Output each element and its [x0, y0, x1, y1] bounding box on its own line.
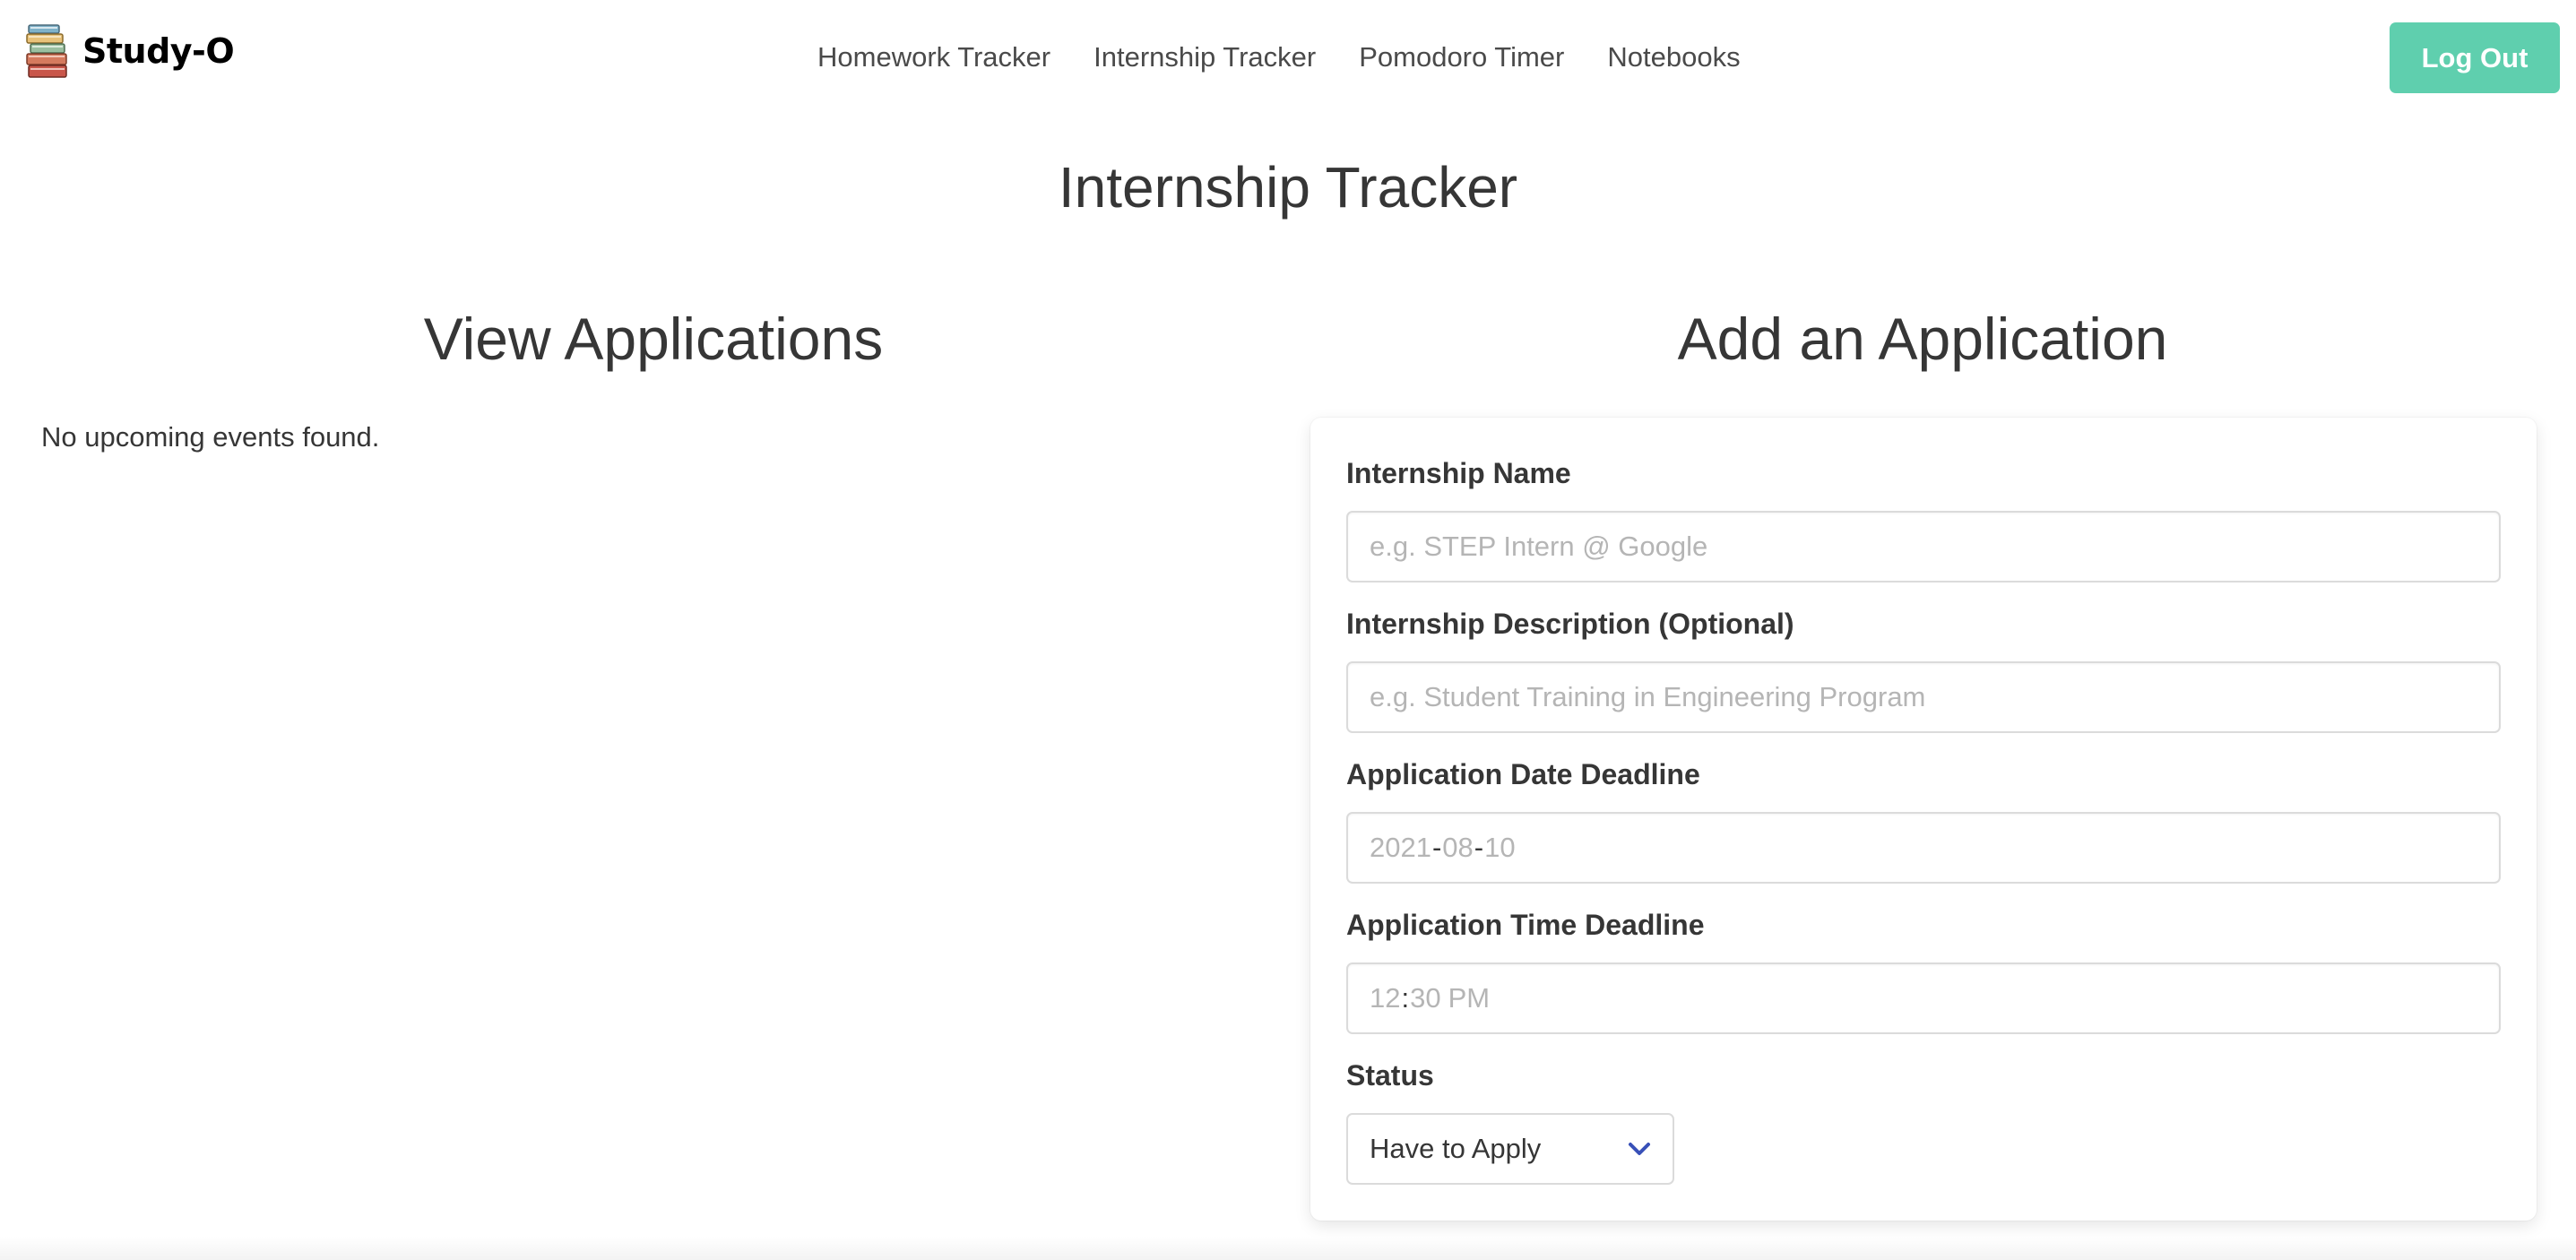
time-minute-segment[interactable]: 30	[1410, 982, 1440, 1014]
date-separator: -	[1474, 832, 1484, 863]
status-selected-value: Have to Apply	[1370, 1133, 1542, 1164]
add-application-form: Internship Name Internship Description (…	[1310, 418, 2537, 1221]
logout-button[interactable]: Log Out	[2390, 22, 2560, 93]
date-month-segment[interactable]: 08	[1442, 832, 1473, 864]
status-label: Status	[1346, 1059, 1434, 1092]
bottom-shadow-divider	[0, 1237, 2576, 1260]
application-date-label: Application Date Deadline	[1346, 758, 1700, 790]
date-separator: -	[1431, 832, 1442, 863]
internship-description-label: Internship Description (Optional)	[1346, 608, 1794, 640]
nav-menu: Homework Tracker Internship Tracker Pomo…	[796, 30, 1762, 84]
time-hour-segment[interactable]: 12	[1370, 982, 1400, 1014]
time-period-segment[interactable]: PM	[1448, 982, 1491, 1014]
internship-name-input[interactable]	[1346, 511, 2501, 583]
internship-description-input[interactable]	[1346, 661, 2501, 733]
application-time-input[interactable]: 12:30 PM	[1346, 962, 2501, 1034]
stacked-books-icon	[26, 24, 67, 78]
page-title: Internship Tracker	[1058, 155, 1518, 220]
chevron-down-icon	[1629, 1143, 1650, 1155]
brand-logo-link[interactable]: Study-O	[25, 22, 235, 81]
view-applications-title: View Applications	[423, 306, 884, 372]
add-application-title: Add an Application	[1677, 306, 2168, 372]
empty-events-message: No upcoming events found.	[41, 421, 380, 453]
nav-item-homework-tracker[interactable]: Homework Tracker	[796, 41, 1072, 73]
application-time-label: Application Time Deadline	[1346, 909, 1705, 941]
status-select[interactable]: Have to Apply	[1346, 1113, 1674, 1185]
nav-item-notebooks[interactable]: Notebooks	[1586, 41, 1761, 73]
nav-item-pomodoro-timer[interactable]: Pomodoro Timer	[1337, 41, 1586, 73]
application-date-input[interactable]: 2021-08-10	[1346, 812, 2501, 884]
brand-name: Study-O	[82, 31, 235, 71]
nav-item-internship-tracker[interactable]: Internship Tracker	[1072, 41, 1337, 73]
navbar: Study-O Homework Tracker Internship Trac…	[0, 0, 2576, 115]
date-day-segment[interactable]: 10	[1484, 832, 1515, 864]
date-year-segment[interactable]: 2021	[1370, 832, 1431, 864]
time-separator: :	[1401, 982, 1410, 1014]
internship-name-label: Internship Name	[1346, 457, 1571, 489]
